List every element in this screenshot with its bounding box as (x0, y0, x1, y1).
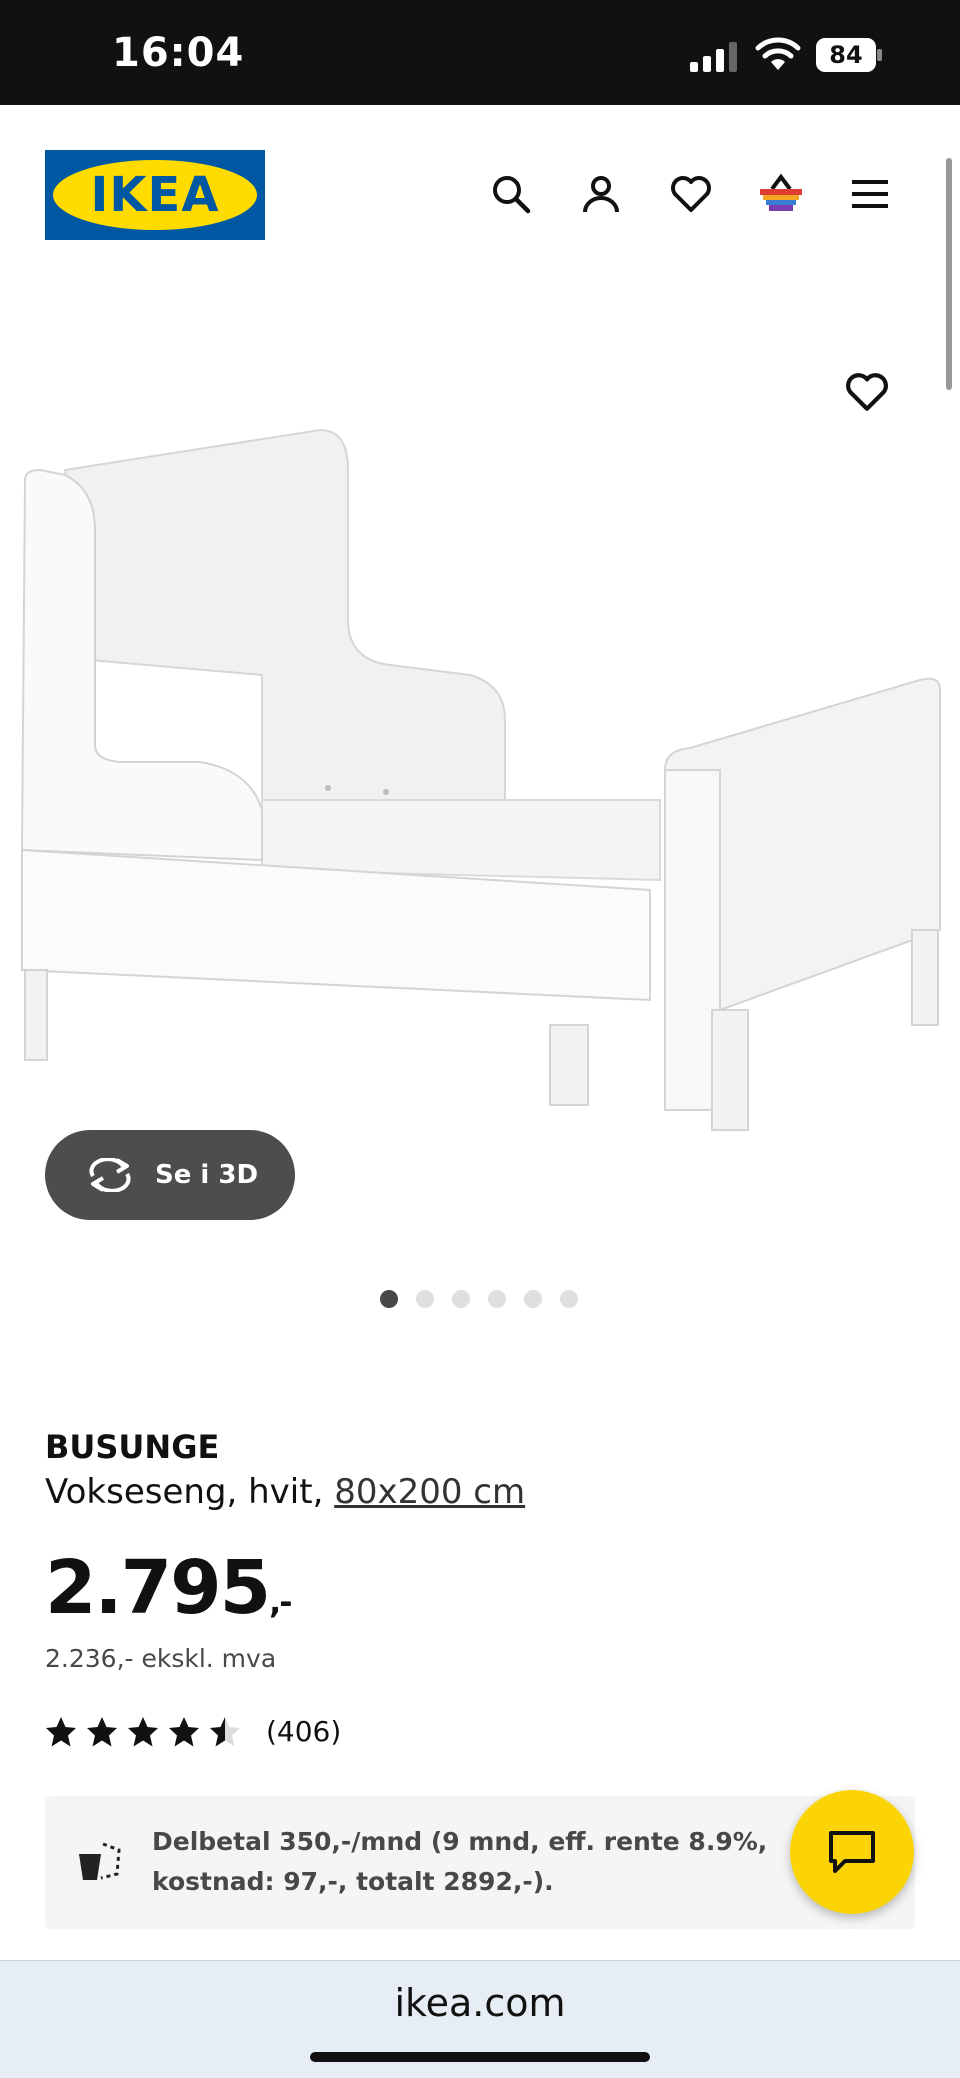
view-3d-button[interactable]: Se i 3D (45, 1130, 295, 1220)
battery-icon: 84 (816, 38, 882, 72)
product-size-link[interactable]: 80x200 cm (334, 1472, 525, 1512)
site-header: IKEA (0, 105, 960, 285)
cellular-signal-icon (690, 42, 737, 72)
view-3d-label: Se i 3D (155, 1160, 259, 1190)
pagination-dot[interactable] (380, 1290, 398, 1308)
star-full-icon (169, 1716, 199, 1746)
star-half-icon (210, 1716, 240, 1746)
pagination-dot[interactable] (416, 1290, 434, 1308)
image-pagination (380, 1290, 578, 1308)
chat-icon (829, 1831, 875, 1873)
price-value: 2.795 (45, 1545, 271, 1631)
rotate-3d-icon (89, 1158, 131, 1192)
ikea-logo[interactable]: IKEA (45, 150, 265, 240)
account-icon[interactable] (577, 170, 625, 218)
wifi-icon (755, 37, 801, 70)
star-full-icon (46, 1716, 76, 1746)
product-rating[interactable]: (406) (45, 1715, 341, 1748)
pagination-dot[interactable] (560, 1290, 578, 1308)
product-name: BUSUNGE (45, 1428, 220, 1466)
product-image[interactable] (0, 330, 960, 1160)
menu-icon[interactable] (846, 170, 894, 218)
favorite-product-icon[interactable] (845, 372, 895, 422)
pagination-dot[interactable] (524, 1290, 542, 1308)
browser-url[interactable]: ikea.com (0, 1981, 960, 2025)
chat-button[interactable] (790, 1790, 914, 1914)
favorites-icon[interactable] (667, 170, 715, 218)
logo-text: IKEA (90, 167, 220, 223)
battery-level: 84 (829, 41, 863, 69)
product-description: Vokseseng, hvit, 80x200 cm (45, 1472, 525, 1512)
search-icon[interactable] (487, 170, 535, 218)
price-excl-vat: 2.236,- ekskl. mva (45, 1644, 277, 1673)
financing-banner[interactable]: Delbetal 350,-/mnd (9 mnd, eff. rente 8.… (45, 1796, 915, 1929)
price-suffix: ,- (269, 1583, 292, 1621)
status-bar: 16:04 84 (0, 0, 960, 105)
financing-text: Delbetal 350,-/mnd (9 mnd, eff. rente 8.… (152, 1827, 768, 1896)
pagination-dot[interactable] (488, 1290, 506, 1308)
installment-icon (79, 1842, 121, 1880)
status-time: 16:04 (112, 30, 245, 76)
product-description-text: Vokseseng, hvit, (45, 1472, 324, 1512)
star-full-icon (128, 1716, 158, 1746)
cart-icon[interactable] (757, 170, 805, 218)
pagination-dot[interactable] (452, 1290, 470, 1308)
rating-count: (406) (266, 1715, 342, 1748)
product-price: 2.795,- (45, 1545, 293, 1631)
home-indicator[interactable] (310, 2052, 650, 2062)
star-full-icon (87, 1716, 117, 1746)
